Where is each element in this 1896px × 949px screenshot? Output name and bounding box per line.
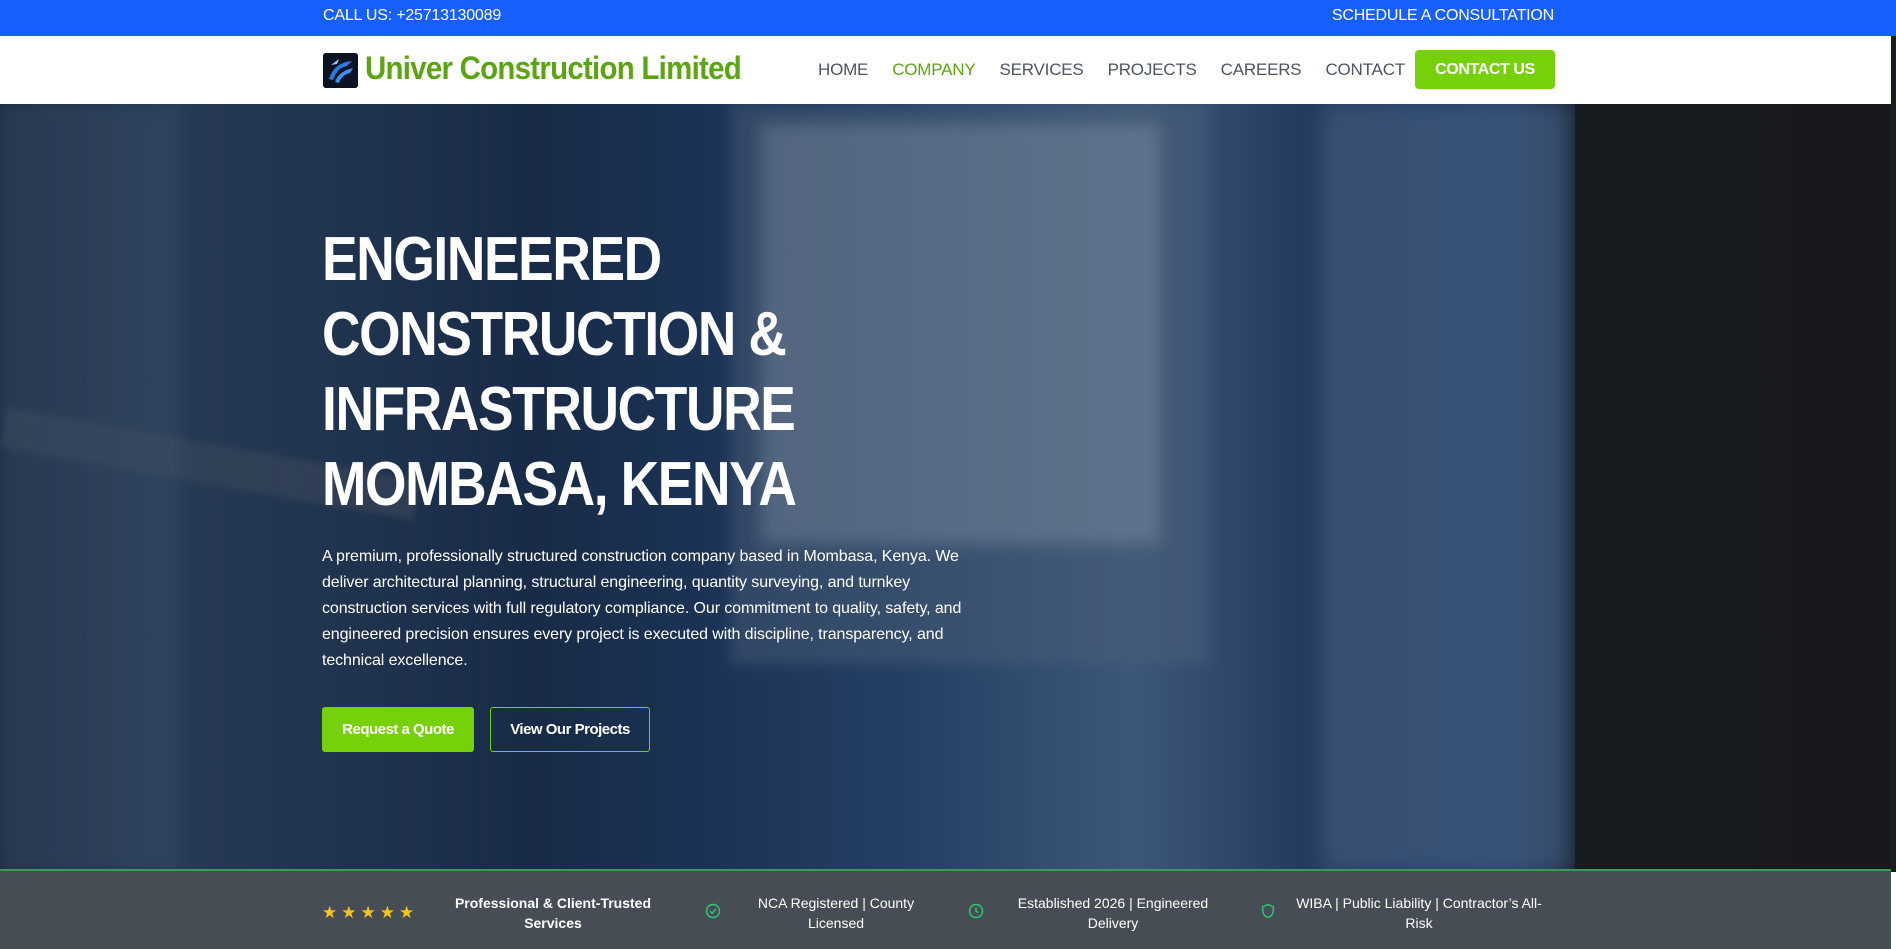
trust-item-services: Professional & Client-Trusted Services [454, 895, 652, 931]
page-scrollbar[interactable] [1891, 36, 1896, 872]
view-projects-button[interactable]: View Our Projects [490, 707, 650, 752]
trust-item-registration: NCA Registered | County Licensed [757, 895, 915, 931]
clock-icon [968, 903, 984, 919]
trust-bar: ★ ★ ★ ★ ★ Professional & Client-Trusted … [0, 869, 1891, 949]
logo-icon[interactable] [323, 53, 358, 88]
star-icon: ★ [379, 903, 395, 922]
star-icon: ★ [322, 903, 338, 922]
nav-careers[interactable]: CAREERS [1221, 60, 1302, 80]
nav-projects[interactable]: PROJECTS [1108, 60, 1197, 80]
nav-contact[interactable]: CONTACT [1325, 60, 1405, 80]
call-us-text[interactable]: CALL US: +25713130089 [323, 7, 501, 25]
nav-home[interactable]: HOME [818, 60, 868, 80]
hero-title-line: ENGINEERED [322, 225, 662, 294]
rating-stars: ★ ★ ★ ★ ★ [322, 904, 414, 921]
star-icon: ★ [399, 903, 415, 922]
hero-overlay [0, 104, 1891, 872]
request-quote-button[interactable]: Request a Quote [322, 707, 474, 752]
hero-description: A premium, professionally structured con… [322, 548, 962, 669]
check-circle-icon [705, 903, 721, 919]
star-icon: ★ [341, 903, 357, 922]
trust-item-insurance: WIBA | Public Liability | Contractor’s A… [1296, 895, 1542, 931]
site-header: Univer Construction Limited HOME COMPANY… [0, 36, 1896, 104]
hero-title: ENGINEERED CONSTRUCTION & INFRASTRUCTURE… [322, 222, 924, 522]
top-bar: CALL US: +25713130089 SCHEDULE A CONSULT… [0, 0, 1896, 36]
star-icon: ★ [360, 903, 376, 922]
main-nav: HOME COMPANY SERVICES PROJECTS CAREERS C… [818, 60, 1429, 80]
trust-item-established: Established 2026 | Engineered Delivery [1017, 895, 1209, 931]
hero-title-line: INFRASTRUCTURE [322, 375, 796, 444]
hero-title-line: CONSTRUCTION & [322, 300, 787, 369]
nav-services[interactable]: SERVICES [1000, 60, 1084, 80]
logo-text[interactable]: Univer Construction Limited [365, 50, 742, 87]
hero-title-line: MOMBASA, KENYA [322, 450, 797, 519]
nav-company[interactable]: COMPANY [892, 60, 975, 80]
schedule-consultation-link[interactable]: SCHEDULE A CONSULTATION [1332, 7, 1554, 25]
hero-section: ENGINEERED CONSTRUCTION & INFRASTRUCTURE… [0, 104, 1891, 872]
contact-us-button[interactable]: CONTACT US [1415, 50, 1555, 89]
shield-icon [1261, 903, 1275, 919]
